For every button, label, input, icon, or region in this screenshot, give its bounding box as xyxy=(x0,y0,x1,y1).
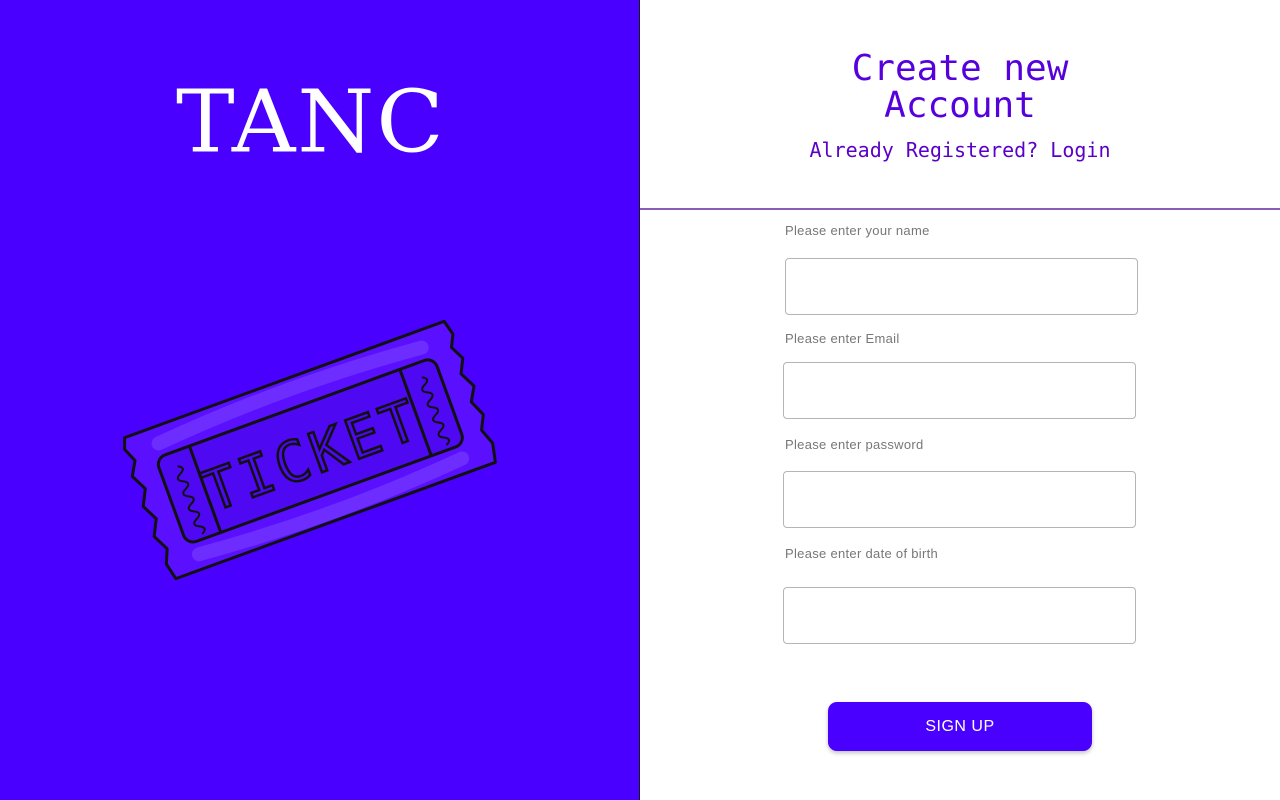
password-field[interactable] xyxy=(783,471,1136,528)
dob-field[interactable] xyxy=(783,587,1136,644)
page-title: Create new Account xyxy=(851,48,1069,126)
signup-button[interactable]: SIGN UP xyxy=(828,702,1092,751)
brand-panel: TANC TICKET xyxy=(0,0,640,800)
name-field[interactable] xyxy=(785,258,1138,315)
brand-logo: TANC xyxy=(176,71,446,172)
form-header: Create new Account Already Registered? L… xyxy=(640,0,1280,210)
password-label: Please enter password xyxy=(785,437,924,452)
signup-panel: Create new Account Already Registered? L… xyxy=(640,0,1280,800)
login-link[interactable]: Already Registered? Login xyxy=(640,138,1280,162)
email-field[interactable] xyxy=(783,362,1136,419)
email-label: Please enter Email xyxy=(785,331,900,346)
name-label: Please enter your name xyxy=(785,223,930,238)
ticket-icon: TICKET xyxy=(123,319,497,581)
dob-label: Please enter date of birth xyxy=(785,546,939,561)
